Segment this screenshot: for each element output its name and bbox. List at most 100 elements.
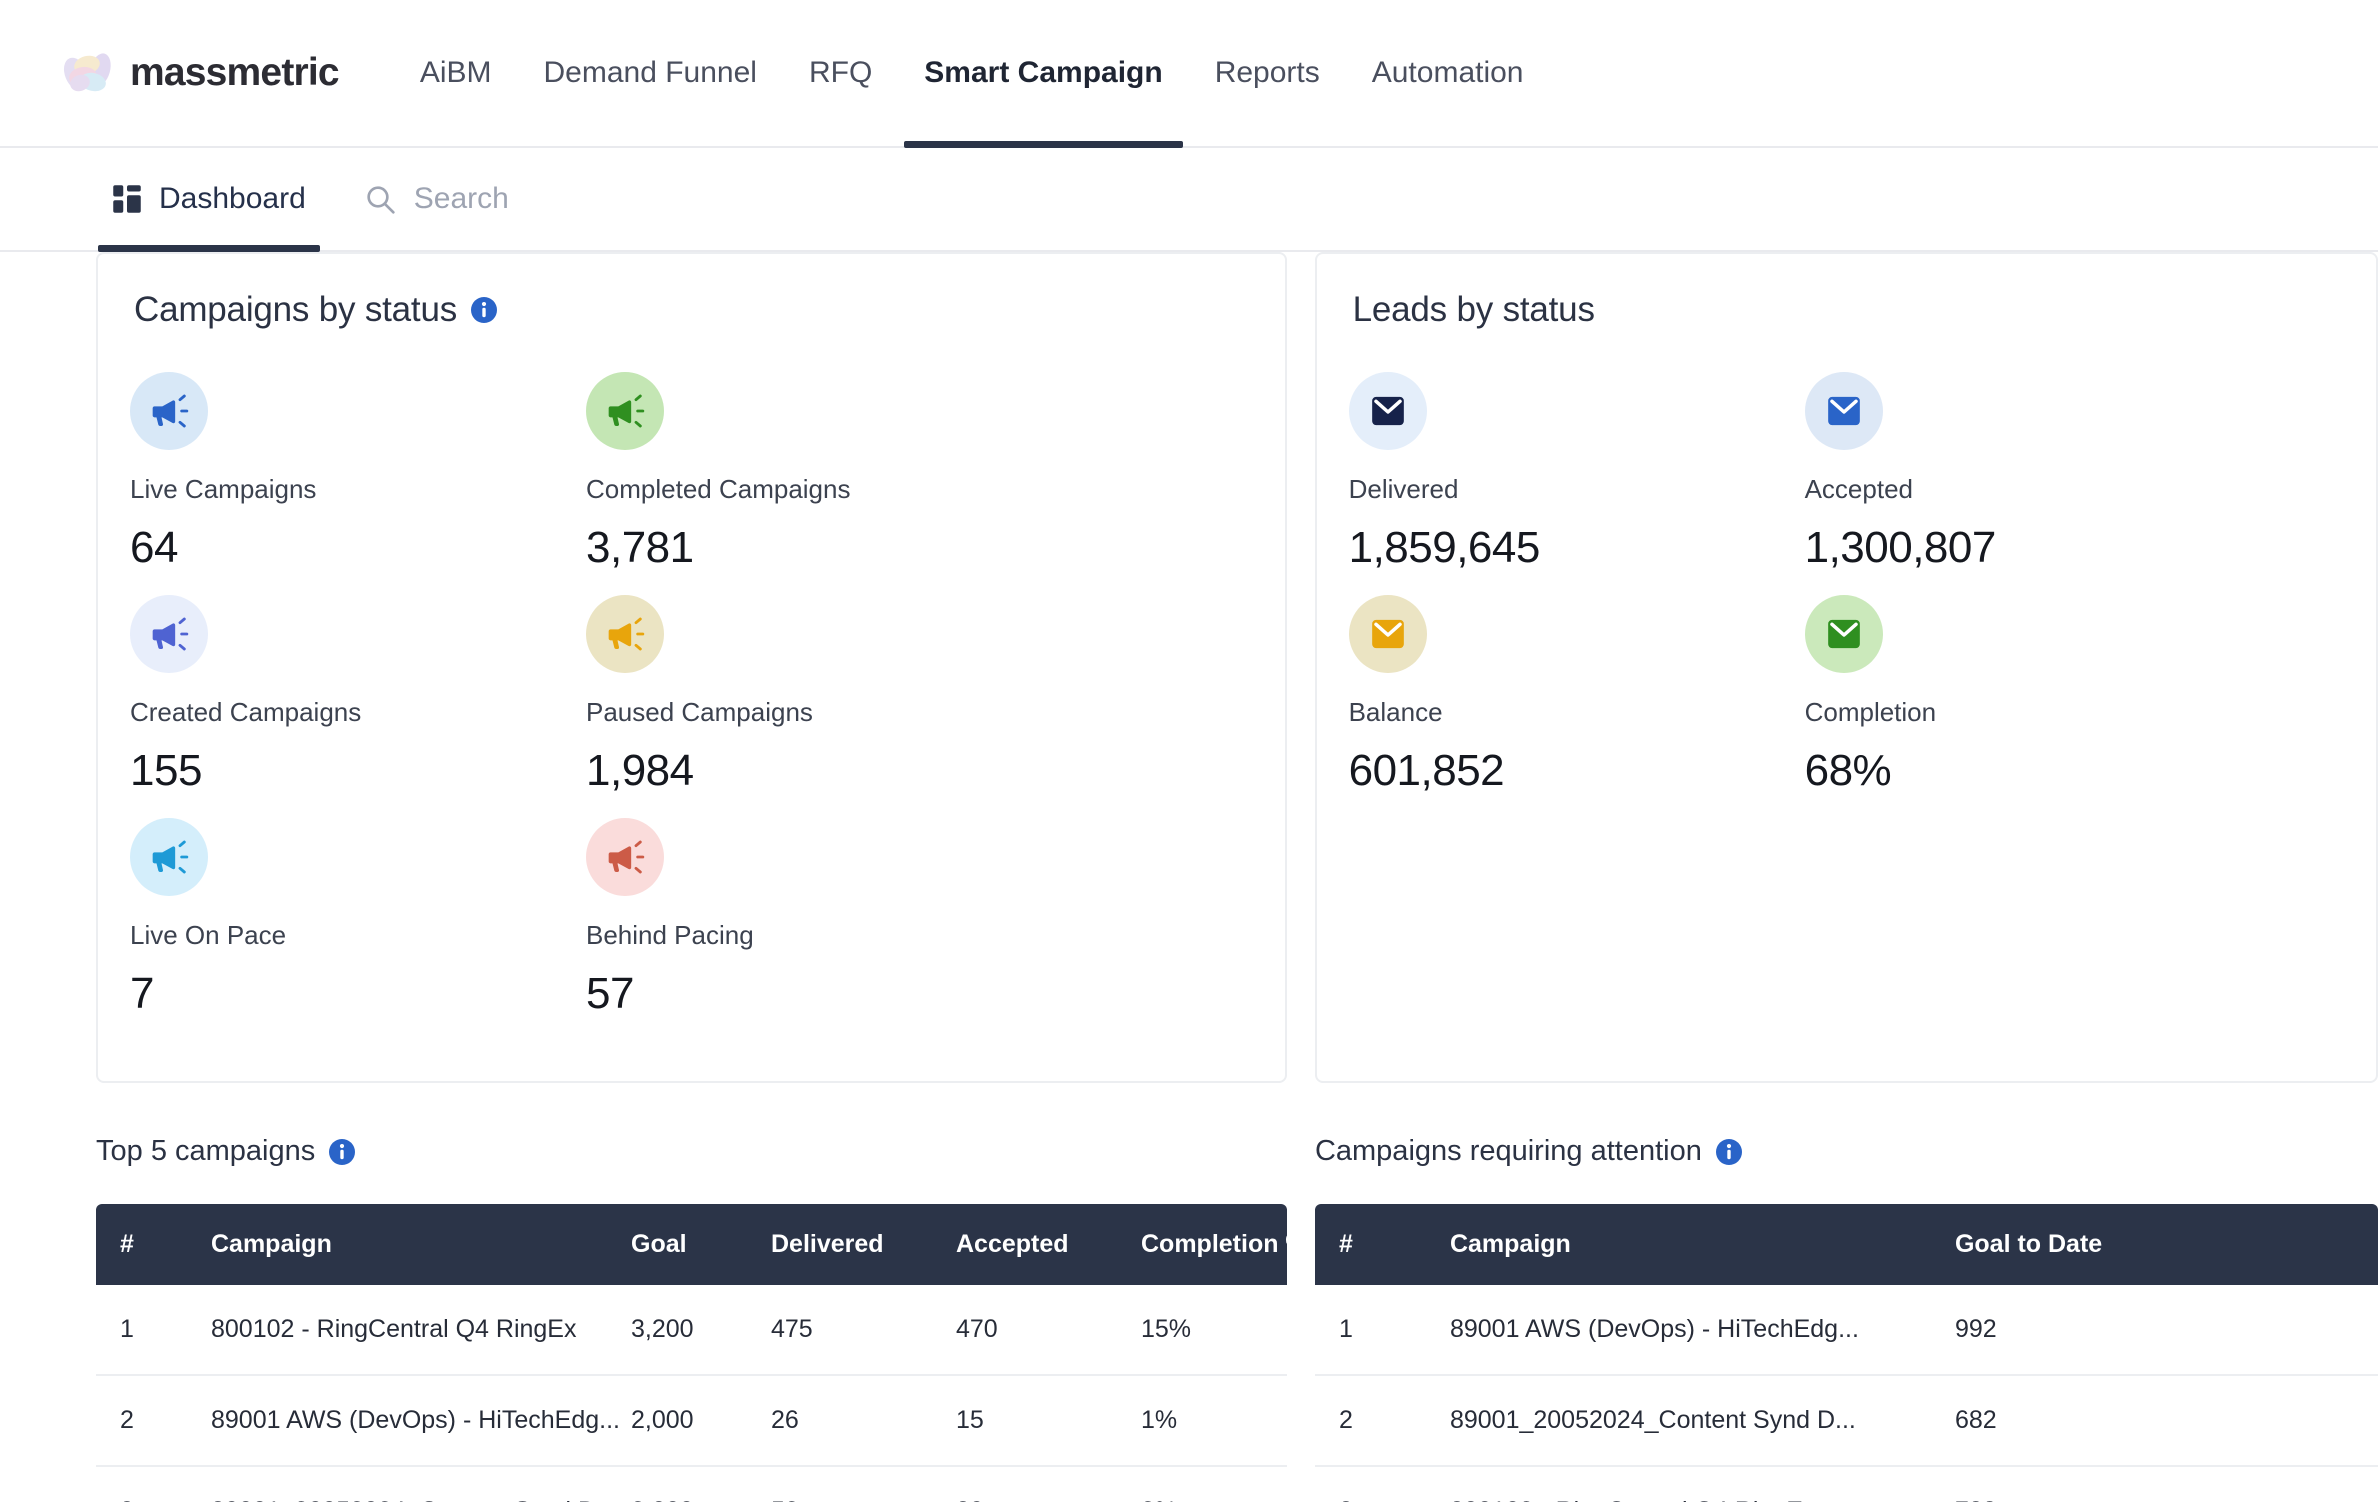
stat-value: 57	[586, 969, 634, 1018]
leads-card-header: Leads by status	[1349, 290, 2376, 330]
cell-accepted: 39	[956, 1466, 1141, 1502]
stat-icon-bubble	[1804, 372, 1883, 450]
nav-item-aibm[interactable]: AiBM	[394, 0, 518, 146]
stat-icon-bubble	[1804, 595, 1883, 673]
campaign-stat-grid: Live Campaigns 64 Completed Campaigns 3,781…	[130, 372, 1285, 1041]
attention-campaigns-tbody: 1 89001 AWS (DevOps) - HiTechEdg... 992 2 89…	[1314, 1285, 2378, 1502]
stat-label: Created Campaigns	[130, 697, 362, 727]
megaphone-icon	[152, 617, 189, 651]
stat-value: 7	[130, 969, 154, 1018]
lead-stat-grid: Delivered 1,859,645 Accepted 1,300,807 Balan…	[1348, 372, 2376, 818]
col-header-campaign[interactable]: Campaign	[1449, 1204, 1955, 1285]
col-header-completion[interactable]: Completion %	[1141, 1204, 1308, 1285]
col-header-goal[interactable]: Goal	[631, 1204, 771, 1285]
stat-icon-bubble	[130, 818, 208, 896]
stat-completed-campaigns[interactable]: Completed Campaigns 3,781	[586, 372, 1042, 573]
nav-item-automation[interactable]: Automation	[1346, 0, 1550, 146]
stat-label: Behind Pacing	[586, 920, 754, 950]
attention-campaigns-block: Campaigns requiring attention # Campaign…	[1314, 1135, 2378, 1502]
top-campaigns-title: Top 5 campaigns	[96, 1135, 316, 1167]
envelope-icon	[1371, 619, 1404, 649]
table-row[interactable]: 389001_20052024_Content Synd D...2,00052…	[96, 1466, 1287, 1502]
tables-row: Top 5 campaigns # Campaign Goal Delivere…	[0, 1135, 2378, 1502]
stat-completion[interactable]: Completion 68%	[1804, 595, 2261, 796]
top-campaigns-table: # Campaign Goal Delivered Accepted Compl…	[96, 1204, 1308, 1502]
col-header-accepted[interactable]: Accepted	[956, 1204, 1141, 1285]
secondary-navigation-bar: Dashboard	[0, 148, 2378, 252]
top-campaigns-tbody: 1 800102 - RingCentral Q4 RingEx 3,200 475 4…	[96, 1285, 1287, 1502]
stat-paused-campaigns[interactable]: Paused Campaigns 1,984	[586, 595, 1042, 796]
top-campaigns-block: Top 5 campaigns # Campaign Goal Delivere…	[96, 1135, 1308, 1502]
brand-logo[interactable]: massmetric	[60, 48, 340, 98]
stat-label: Balance	[1348, 697, 1443, 727]
megaphone-icon	[608, 617, 645, 651]
cell-rank: 3	[96, 1466, 211, 1502]
cell-goal: 3,200	[631, 1285, 771, 1376]
cell-campaign: 89001 AWS (DevOps) - HiTechEdg...	[1449, 1285, 1955, 1376]
stat-value: 1,300,807	[1804, 523, 1997, 572]
stat-icon-bubble	[1348, 372, 1427, 450]
table-row[interactable]: 1 89001 AWS (DevOps) - HiTechEdg... 992	[1314, 1285, 2378, 1376]
megaphone-icon	[152, 840, 189, 874]
info-icon[interactable]	[1715, 1138, 1742, 1165]
col-header-delivered[interactable]: Delivered	[771, 1204, 956, 1285]
leads-card-title: Leads by status	[1352, 290, 1595, 329]
cell-rank: 2	[96, 1375, 211, 1467]
nav-item-demand-funnel[interactable]: Demand Funnel	[518, 0, 783, 146]
envelope-icon	[1827, 396, 1860, 426]
campaigns-card-header: Campaigns by status	[130, 290, 1285, 330]
nav-item-reports[interactable]: Reports	[1189, 0, 1346, 146]
stat-behind-pacing[interactable]: Behind Pacing 57	[586, 818, 1042, 1019]
stat-value: 68%	[1804, 746, 1892, 795]
cell-goal: 2,000	[631, 1466, 771, 1502]
stat-label: Paused Campaigns	[586, 697, 813, 727]
attention-campaigns-table: # Campaign Goal to Date 1 89001 AWS (DevO…	[1314, 1204, 2378, 1502]
col-header-campaign[interactable]: Campaign	[211, 1204, 631, 1285]
stat-balance[interactable]: Balance 601,852	[1348, 595, 1805, 796]
stat-icon-bubble	[586, 595, 664, 673]
leads-by-status-card: Leads by status Delivered 1,859,645 Accept…	[1314, 252, 2378, 1083]
nav-item-rfq[interactable]: RFQ	[783, 0, 898, 146]
col-header-goal-to-date[interactable]: Goal to Date	[1954, 1204, 2378, 1285]
info-icon[interactable]	[471, 297, 498, 323]
table-row[interactable]: 3800102 - RingCentral Q4 RingEx738	[1314, 1466, 2378, 1502]
stat-accepted[interactable]: Accepted 1,300,807	[1804, 372, 2261, 573]
tab-dashboard[interactable]: Dashboard	[98, 148, 320, 252]
cell-goal-to-date: 992	[1954, 1285, 2378, 1376]
col-header-rank[interactable]: #	[96, 1204, 211, 1285]
table-row[interactable]: 2 89001 AWS (DevOps) - HiTechEdg... 2,000 2…	[96, 1375, 1287, 1467]
search-input[interactable]	[413, 182, 714, 216]
attention-campaigns-thead: # Campaign Goal to Date	[1314, 1204, 2378, 1285]
stat-label: Delivered	[1348, 474, 1459, 504]
stat-value: 64	[130, 523, 178, 572]
cell-rank: 2	[1314, 1375, 1450, 1467]
stat-live-campaigns[interactable]: Live Campaigns 64	[130, 372, 586, 573]
stat-label: Accepted	[1804, 474, 1913, 504]
cell-campaign: 89001_20052024_Content Synd D...	[211, 1466, 631, 1502]
stat-delivered[interactable]: Delivered 1,859,645	[1348, 372, 1805, 573]
col-header-rank[interactable]: #	[1314, 1204, 1450, 1285]
cell-delivered: 475	[771, 1285, 956, 1376]
stat-label: Live Campaigns	[130, 474, 317, 504]
nav-item-smart-campaign[interactable]: Smart Campaign	[898, 0, 1188, 148]
stat-label: Completed Campaigns	[586, 474, 851, 504]
table-row[interactable]: 1 800102 - RingCentral Q4 RingEx 3,200 475 4…	[96, 1285, 1287, 1376]
envelope-icon	[1827, 619, 1860, 649]
megaphone-icon	[152, 394, 189, 428]
stat-created-campaigns[interactable]: Created Campaigns 155	[130, 595, 586, 796]
stat-live-on-pace[interactable]: Live On Pace 7	[130, 818, 586, 1019]
stat-value: 601,852	[1348, 746, 1505, 795]
cell-rank: 3	[1314, 1466, 1450, 1502]
envelope-icon	[1371, 396, 1404, 426]
stat-cards-row: Campaigns by status Live Campaigns 64 Comp…	[0, 252, 2378, 1083]
cell-delivered: 26	[771, 1375, 956, 1467]
table-row[interactable]: 2 89001_20052024_Content Synd D... 682	[1314, 1375, 2378, 1467]
info-icon[interactable]	[329, 1138, 356, 1165]
stat-label: Completion	[1804, 697, 1937, 727]
cell-goal-to-date: 738	[1954, 1466, 2378, 1502]
grid-icon	[113, 185, 141, 213]
search-box[interactable]	[364, 182, 714, 216]
search-icon	[367, 186, 395, 214]
cell-completion: 2%	[1141, 1466, 1287, 1502]
table-header-row: # Campaign Goal to Date	[1314, 1204, 2378, 1285]
